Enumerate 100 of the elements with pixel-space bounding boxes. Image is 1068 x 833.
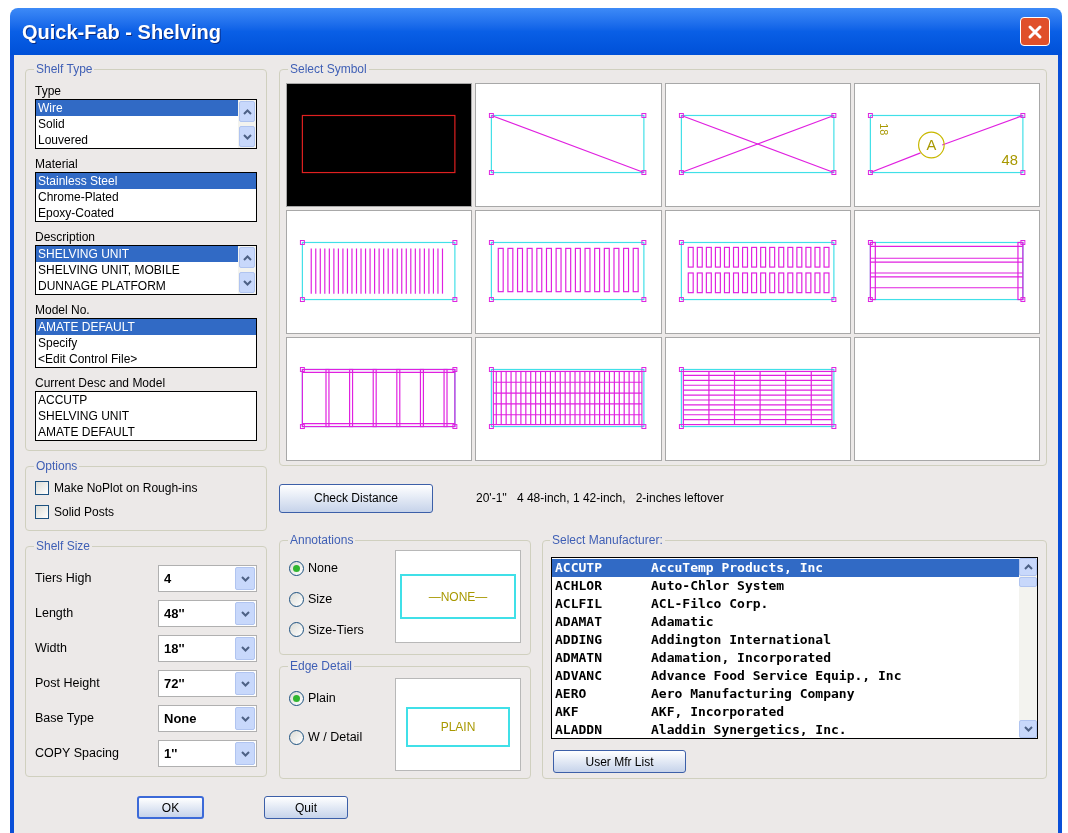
dropdown-arrow-button[interactable] xyxy=(235,707,255,730)
manufacturer-row[interactable]: AKF AKF, Incorporated xyxy=(552,703,1019,721)
checkbox[interactable] xyxy=(35,505,49,519)
manufacturer-row[interactable]: ADDING Addington International xyxy=(552,631,1019,649)
manufacturer-row[interactable]: ADMATN Adamation, Incorporated xyxy=(552,649,1019,667)
dropdown[interactable]: 4 xyxy=(158,565,257,592)
list-item[interactable]: Solid xyxy=(36,116,238,132)
scroll-down-button[interactable] xyxy=(239,126,255,147)
user-mfr-list-button[interactable]: User Mfr List xyxy=(553,750,686,773)
symbol-tile[interactable] xyxy=(853,210,1040,334)
manufacturer-row[interactable]: ADVANC Advance Food Service Equip., Inc xyxy=(552,667,1019,685)
radio-button[interactable] xyxy=(289,729,304,745)
list-item[interactable]: Specify xyxy=(36,335,256,351)
symbol-label: 18 xyxy=(877,123,890,136)
manufacturer-code: ADVANC xyxy=(555,667,603,686)
scroll-up-button[interactable] xyxy=(1019,558,1037,576)
list-item[interactable]: <Edit Control File> xyxy=(36,351,256,367)
radio-button[interactable] xyxy=(289,560,304,576)
dropdown[interactable]: 18'' xyxy=(158,635,257,662)
list-item[interactable]: Stainless Steel xyxy=(36,173,256,189)
scroll-up-button[interactable] xyxy=(239,247,255,268)
symbol-tile[interactable] xyxy=(664,337,851,461)
dropdown-arrow-button[interactable] xyxy=(235,672,255,695)
scroll-down-button[interactable] xyxy=(239,272,255,293)
manufacturer-code: AERO xyxy=(555,685,588,704)
radio-label: Size-Tiers xyxy=(308,621,364,639)
symbol-tile[interactable] xyxy=(664,210,851,334)
radio-button[interactable] xyxy=(289,591,304,607)
checkbox[interactable] xyxy=(35,481,49,495)
scroll-down-button[interactable] xyxy=(1019,720,1037,738)
manufacturer-name: Addington International xyxy=(651,631,831,650)
symbol-tile[interactable] xyxy=(286,337,473,461)
manufacturer-name: AKF, Incorporated xyxy=(651,703,785,722)
manufacturer-code: ACLFIL xyxy=(555,595,603,614)
list-item[interactable]: Chrome-Plated xyxy=(36,189,256,205)
dropdown[interactable]: 48'' xyxy=(158,600,257,627)
dialog-button[interactable]: Quit xyxy=(264,796,348,819)
dropdown-arrow-button[interactable] xyxy=(235,602,255,625)
manufacturer-row[interactable]: ALADDN Aladdin Synergetics, Inc. xyxy=(552,721,1019,739)
list-item[interactable]: Wire xyxy=(36,100,238,116)
radio-label: W / Detail xyxy=(308,728,363,746)
manufacturer-name: AccuTemp Products, Inc xyxy=(651,559,824,578)
dialog-button[interactable]: OK xyxy=(137,796,204,819)
manufacturer-row[interactable]: ADAMAT Adamatic xyxy=(552,613,1019,631)
chevron-up-icon xyxy=(242,108,252,115)
manufacturer-code: ADDING xyxy=(555,631,603,650)
close-button[interactable] xyxy=(1020,17,1050,46)
chevron-down-icon xyxy=(240,645,250,652)
radio-button[interactable] xyxy=(289,622,304,638)
list-item[interactable]: SHELVING UNIT, MOBILE xyxy=(36,262,238,278)
chevron-down-icon xyxy=(240,750,250,757)
scroll-thumb[interactable] xyxy=(1019,577,1037,587)
scroll-up-button[interactable] xyxy=(239,101,255,122)
group-title: Options xyxy=(35,458,79,475)
dropdown-arrow-button[interactable] xyxy=(235,742,255,765)
dropdown[interactable]: None xyxy=(158,705,257,732)
radio-label: None xyxy=(308,560,338,577)
list-label: Description xyxy=(35,230,97,245)
symbol-tile[interactable] xyxy=(853,337,1040,461)
list-label: Current Desc and Model xyxy=(35,376,167,391)
symbol-tile[interactable] xyxy=(286,210,473,334)
manufacturer-code: ADAMAT xyxy=(555,613,603,632)
symbol-tile[interactable] xyxy=(664,83,851,207)
dropdown[interactable]: 1'' xyxy=(158,740,257,767)
symbol-tile[interactable] xyxy=(475,337,662,461)
radio-button[interactable] xyxy=(289,690,304,706)
manufacturer-code: AKF xyxy=(555,703,580,722)
symbol-tile[interactable] xyxy=(475,210,662,334)
manufacturer-code: ACHLOR xyxy=(555,577,603,596)
field-label: Post Height xyxy=(35,675,100,693)
manufacturer-row[interactable]: ACHLOR Auto-Chlor System xyxy=(552,577,1019,595)
manufacturer-code: ADMATN xyxy=(555,649,603,668)
chevron-down-icon xyxy=(240,715,250,722)
dropdown-arrow-button[interactable] xyxy=(235,637,255,660)
manufacturer-row[interactable]: ACCUTP AccuTemp Products, Inc xyxy=(552,559,1019,577)
preview-label: —NONE— xyxy=(428,588,488,606)
dropdown[interactable]: 72'' xyxy=(158,670,257,697)
manufacturer-name: Advance Food Service Equip., Inc xyxy=(651,667,902,686)
manufacturer-row[interactable]: AERO Aero Manufacturing Company xyxy=(552,685,1019,703)
group-title: Select Symbol xyxy=(289,61,368,78)
group-title: Edge Detail xyxy=(289,658,354,675)
list-label: Type xyxy=(35,84,62,99)
check-distance-button[interactable]: Check Distance xyxy=(279,483,433,513)
list-item[interactable]: AMATE DEFAULT xyxy=(36,319,256,335)
radio-label: Plain xyxy=(308,690,336,707)
list-item[interactable]: DUNNAGE PLATFORM xyxy=(36,278,238,294)
manufacturer-name: Aladdin Synergetics, Inc. xyxy=(651,721,847,740)
manufacturer-code: ALADDN xyxy=(555,721,603,740)
symbol-tile[interactable] xyxy=(475,83,662,207)
dropdown-arrow-button[interactable] xyxy=(235,567,255,590)
list-item[interactable]: Epoxy-Coated xyxy=(36,205,256,221)
field-label: COPY Spacing xyxy=(35,745,119,763)
list-item[interactable]: Louvered xyxy=(36,132,238,148)
list-item[interactable]: SHELVING UNIT xyxy=(36,246,238,262)
manufacturer-row[interactable]: ACLFIL ACL-Filco Corp. xyxy=(552,595,1019,613)
symbol-tile[interactable] xyxy=(286,83,473,207)
group-title: Shelf Size xyxy=(35,538,92,555)
symbol-label: 48 xyxy=(1001,151,1018,168)
list-label: Material xyxy=(35,157,79,172)
field-label: Tiers High xyxy=(35,570,92,588)
